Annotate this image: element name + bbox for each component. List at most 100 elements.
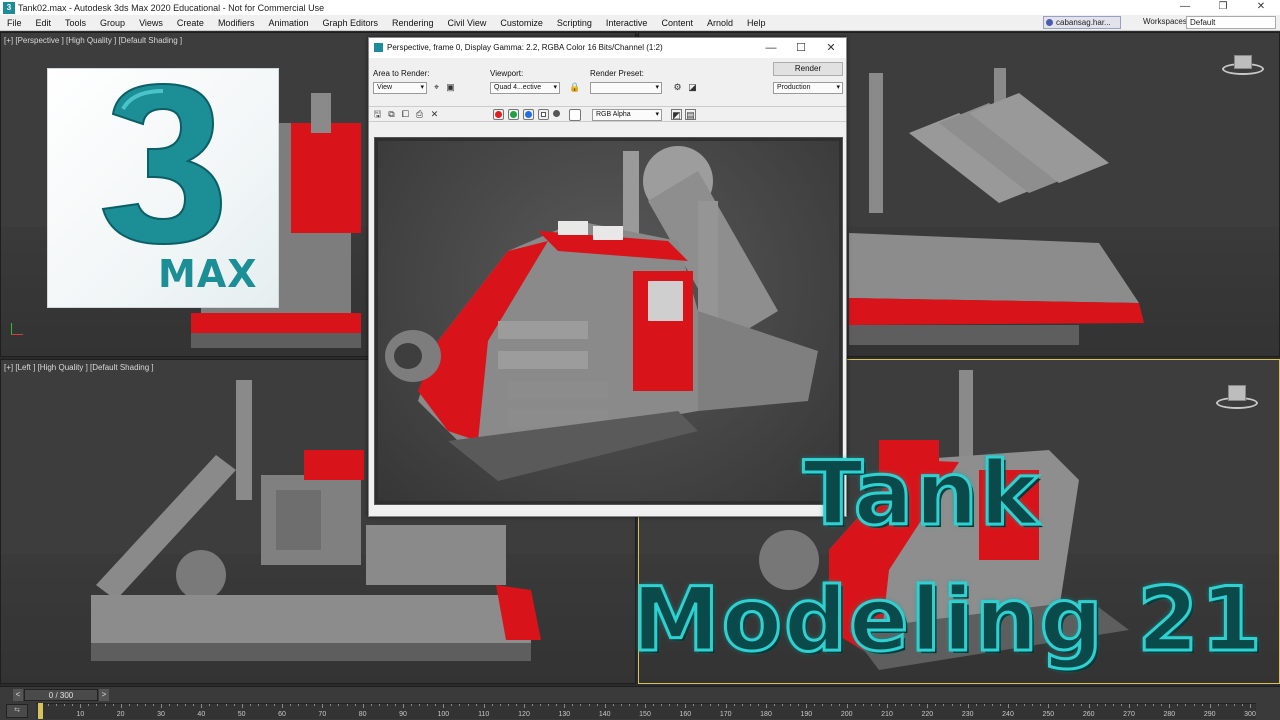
menu-civil-view[interactable]: Civil View xyxy=(441,18,494,28)
red-channel-toggle[interactable] xyxy=(493,109,504,120)
timeline-minor-tick xyxy=(185,704,187,706)
menu-content[interactable]: Content xyxy=(654,18,700,28)
3ds-max-logo: MAX xyxy=(47,68,279,308)
close-button[interactable]: ✕ xyxy=(1242,0,1280,15)
timeline-minor-tick xyxy=(733,704,735,706)
render-maximize-button[interactable]: ☐ xyxy=(786,38,816,58)
menu-arnold[interactable]: Arnold xyxy=(700,18,740,28)
timeline-tick-label: 210 xyxy=(881,711,893,718)
timeline-minor-tick xyxy=(451,704,453,706)
timeline-minor-tick xyxy=(330,704,332,706)
timeline-minor-tick xyxy=(620,704,622,706)
timeline-minor-tick xyxy=(717,704,719,706)
timeline-minor-tick xyxy=(540,704,542,706)
menu-file[interactable]: File xyxy=(0,18,29,28)
timeline-minor-tick xyxy=(1153,704,1155,706)
menu-modifiers[interactable]: Modifiers xyxy=(211,18,262,28)
menu-create[interactable]: Create xyxy=(170,18,211,28)
timeline-tick xyxy=(80,704,82,708)
lock-icon[interactable]: 🔒 xyxy=(569,82,580,93)
viewcube-icon[interactable] xyxy=(1222,55,1264,75)
timeline-minor-tick xyxy=(798,704,800,706)
timeline-minor-tick xyxy=(233,704,235,706)
timeline-minor-tick xyxy=(209,704,211,706)
track-bar[interactable]: 0102030405060708090100110120130140150160… xyxy=(36,703,1256,719)
timeline-minor-tick xyxy=(1096,704,1098,706)
viewcube-icon-lower[interactable] xyxy=(1216,385,1258,409)
viewport-label-left[interactable]: [+] [Left ] [High Quality ] [Default Sha… xyxy=(4,363,154,372)
green-channel-toggle[interactable] xyxy=(508,109,519,120)
minimize-button[interactable]: — xyxy=(1166,0,1204,15)
render-setup-icon[interactable]: ⚙ xyxy=(672,82,683,93)
menu-edit[interactable]: Edit xyxy=(29,18,59,28)
menu-animation[interactable]: Animation xyxy=(261,18,315,28)
user-account-dropdown[interactable]: cabansag.har... xyxy=(1043,16,1121,29)
menu-customize[interactable]: Customize xyxy=(493,18,550,28)
timeline-minor-tick xyxy=(1024,704,1026,706)
clone-window-icon[interactable]: ⧠ xyxy=(400,109,411,120)
restore-button[interactable]: ❐ xyxy=(1204,0,1242,15)
timeline-minor-tick xyxy=(677,704,679,706)
workspaces-dropdown[interactable]: Default xyxy=(1186,16,1276,29)
timeline-minor-tick xyxy=(572,704,574,706)
menu-scripting[interactable]: Scripting xyxy=(550,18,599,28)
menu-graph-editors[interactable]: Graph Editors xyxy=(315,18,385,28)
viewport-label-perspective[interactable]: [+] [Perspective ] [High Quality ] [Defa… xyxy=(4,36,182,45)
edit-region-icon[interactable]: ⌖ xyxy=(431,82,442,93)
timeline-minor-tick xyxy=(862,704,864,706)
clear-icon[interactable]: ✕ xyxy=(429,109,440,120)
viewport-dropdown[interactable]: Quad 4...ective xyxy=(490,82,560,94)
timeline-minor-tick xyxy=(467,704,469,706)
window-controls: — ❐ ✕ xyxy=(1166,0,1280,15)
timeline-minor-tick xyxy=(265,704,267,706)
render-button[interactable]: Render xyxy=(773,62,843,76)
area-to-render-dropdown[interactable]: View xyxy=(373,82,427,94)
render-window-title: Perspective, frame 0, Display Gamma: 2.2… xyxy=(387,43,663,52)
render-close-button[interactable]: ✕ xyxy=(816,38,846,58)
toggle-ui-overlay-icon[interactable]: ◩ xyxy=(671,109,682,120)
menu-tools[interactable]: Tools xyxy=(58,18,93,28)
time-next-button[interactable]: > xyxy=(99,689,109,701)
timeline-minor-tick xyxy=(1040,704,1042,706)
environment-icon[interactable]: ◪ xyxy=(687,82,698,93)
timeline-tick xyxy=(403,704,404,708)
app-icon: 3 xyxy=(3,1,15,14)
key-filter-icon[interactable]: ⇆ xyxy=(6,704,28,718)
menu-views[interactable]: Views xyxy=(132,18,170,28)
render-minimize-button[interactable]: — xyxy=(756,38,786,58)
timeline-minor-tick xyxy=(975,704,977,706)
time-prev-button[interactable]: < xyxy=(13,689,23,701)
render-preset-dropdown[interactable] xyxy=(590,82,662,94)
timeline-minor-tick xyxy=(830,704,832,706)
time-cursor[interactable] xyxy=(38,703,43,719)
production-dropdown[interactable]: Production xyxy=(773,82,843,94)
timeline-minor-tick xyxy=(314,704,316,706)
menu-help[interactable]: Help xyxy=(740,18,773,28)
render-window-titlebar[interactable]: Perspective, frame 0, Display Gamma: 2.2… xyxy=(369,38,846,58)
color-swatch[interactable] xyxy=(569,109,581,121)
timeline-minor-tick xyxy=(419,704,421,706)
blue-channel-toggle[interactable] xyxy=(523,109,534,120)
save-image-icon[interactable]: 🖫 xyxy=(372,109,383,120)
copy-image-icon[interactable]: ⧉ xyxy=(386,109,397,120)
menu-rendering[interactable]: Rendering xyxy=(385,18,441,28)
timeline-minor-tick xyxy=(1120,704,1122,706)
timeline-minor-tick xyxy=(1056,704,1058,706)
time-slider[interactable]: < 0 / 300 > xyxy=(13,689,109,701)
monochrome-toggle[interactable] xyxy=(552,109,563,120)
toggle-ui-icon[interactable]: ▤ xyxy=(685,109,696,120)
menu-interactive[interactable]: Interactive xyxy=(599,18,655,28)
axis-gizmo xyxy=(11,323,23,335)
render-frame-window[interactable]: Perspective, frame 0, Display Gamma: 2.2… xyxy=(368,37,847,517)
alpha-channel-toggle[interactable] xyxy=(538,109,549,120)
area-to-render-label: Area to Render: xyxy=(373,69,430,78)
timeline-tick-label: 250 xyxy=(1042,711,1055,718)
channel-dropdown[interactable]: RGB Alpha xyxy=(592,109,662,121)
menu-group[interactable]: Group xyxy=(93,18,132,28)
timeline-minor-tick xyxy=(499,704,501,706)
timeline-minor-tick xyxy=(257,704,259,706)
timeline-tick-label: 110 xyxy=(478,711,490,718)
timeline-minor-tick xyxy=(217,704,219,706)
auto-region-icon[interactable]: ▣ xyxy=(445,82,456,93)
print-image-icon[interactable]: ⎙ xyxy=(414,109,425,120)
